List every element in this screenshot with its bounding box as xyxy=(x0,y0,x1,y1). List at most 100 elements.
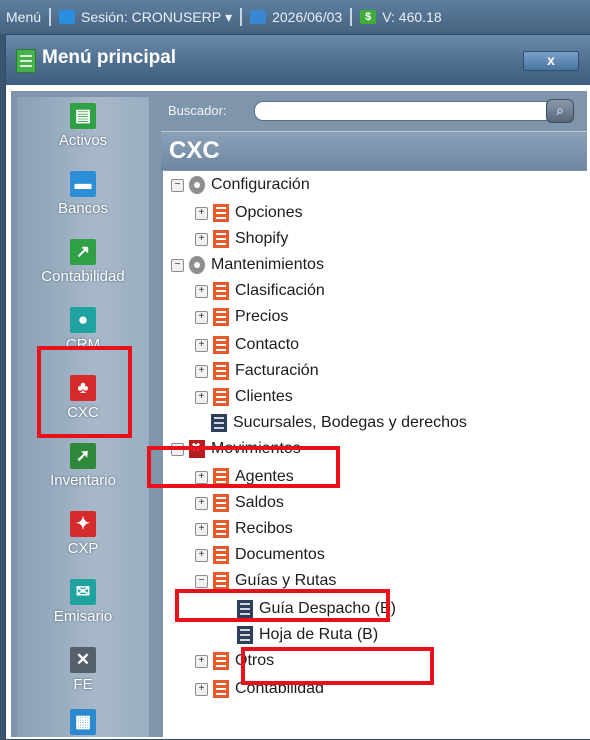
tree-node-sucursales[interactable]: Sucursales, Bodegas y derechos xyxy=(211,411,467,435)
menu-tree: − Configuración + Opciones + Shopify − Mante… xyxy=(163,171,587,737)
envelope-icon: ✉ xyxy=(70,579,96,605)
window-title: Menú principal xyxy=(42,47,177,68)
tree-node-label: Guía Despacho (B) xyxy=(259,600,396,617)
expand-icon[interactable]: + xyxy=(195,654,208,668)
tree-node-label: Configuración xyxy=(211,176,310,193)
expand-icon[interactable]: + xyxy=(195,338,208,352)
tree-node-hoja-ruta[interactable]: Hoja de Ruta (B) xyxy=(237,623,378,647)
tree-node-movimientos[interactable]: − Movimientos xyxy=(171,437,301,461)
tree-node-clientes[interactable]: + Clientes xyxy=(195,385,293,409)
tree-node-opciones[interactable]: + Opciones xyxy=(195,201,303,225)
tree-node-guias-rutas[interactable]: − Guías y Rutas xyxy=(195,569,336,593)
module-crm[interactable]: ● CRM xyxy=(17,307,149,353)
briefcase-icon: ▬ xyxy=(70,171,96,197)
tree-node-label: Clasificación xyxy=(235,282,325,299)
list-icon xyxy=(213,572,229,590)
tree-node-contabilidad[interactable]: + Contabilidad xyxy=(195,677,324,701)
version-indicator: $ V: 460.18 xyxy=(354,9,447,25)
module-fe[interactable]: ✕ FE xyxy=(17,647,149,693)
expand-icon[interactable]: + xyxy=(195,364,208,378)
section-title: CXC xyxy=(169,137,220,164)
collapse-icon[interactable]: − xyxy=(195,574,208,588)
tree-node-saldos[interactable]: + Saldos xyxy=(195,491,284,515)
tree-node-label: Otros xyxy=(235,652,275,669)
search-label: Buscador: xyxy=(168,103,227,118)
tree-node-label: Movimientos xyxy=(211,440,301,457)
module-contabilidad[interactable]: ↗ Contabilidad xyxy=(17,239,149,285)
expand-icon[interactable]: + xyxy=(195,206,208,220)
module-label: Activos xyxy=(58,132,108,149)
tree-node-otros[interactable]: + Otros xyxy=(195,649,274,673)
version-text: V: 460.18 xyxy=(382,9,442,25)
search-button[interactable]: ⌕ xyxy=(546,99,574,123)
tree-node-contacto[interactable]: + Contacto xyxy=(195,333,299,357)
list-icon xyxy=(213,308,229,326)
search-icon: ⌕ xyxy=(556,102,564,118)
tree-node-configuracion[interactable]: − Configuración xyxy=(171,173,310,197)
list-icon xyxy=(213,388,229,406)
menu-label[interactable]: Menú xyxy=(0,9,47,25)
tree-node-label: Clientes xyxy=(235,388,293,405)
expand-icon[interactable]: + xyxy=(195,232,208,246)
tree-node-documentos[interactable]: + Documentos xyxy=(195,543,325,567)
module-cxc[interactable]: ♣ CXC xyxy=(17,375,149,421)
expand-icon[interactable]: + xyxy=(195,682,208,696)
session-indicator[interactable]: Sesión: CRONUSERP ▾ xyxy=(53,9,238,26)
expand-icon[interactable]: + xyxy=(195,522,208,536)
tree-node-guia-despacho[interactable]: Guía Despacho (B) xyxy=(237,597,396,621)
tree-node-clasificacion[interactable]: + Clasificación xyxy=(195,279,325,303)
user-icon xyxy=(59,10,76,24)
expand-icon[interactable]: + xyxy=(195,548,208,562)
collapse-icon[interactable]: − xyxy=(171,258,184,272)
list-icon xyxy=(213,520,229,538)
divider xyxy=(49,8,52,26)
module-cxp[interactable]: ✦ CXP xyxy=(17,511,149,557)
tree-node-recibos[interactable]: + Recibos xyxy=(195,517,293,541)
tree-node-label: Shopify xyxy=(235,230,289,247)
main-menu-window: Menú principal x ▤ Activos ▬ Bancos ↗ Co… xyxy=(5,34,590,740)
session-text: Sesión: CRONUSERP xyxy=(81,9,222,25)
close-button[interactable]: x xyxy=(523,51,579,71)
expand-icon[interactable]: + xyxy=(195,310,208,324)
tree-node-precios[interactable]: + Precios xyxy=(195,305,288,329)
module-inventario[interactable]: ➚ Inventario xyxy=(17,443,149,489)
list-icon xyxy=(213,468,229,486)
list-icon xyxy=(213,282,229,300)
module-label: Bancos xyxy=(57,200,109,217)
expand-icon[interactable]: + xyxy=(195,284,208,298)
tree-node-mantenimientos[interactable]: − Mantenimientos xyxy=(171,253,324,277)
calendar-icon xyxy=(250,10,267,24)
window-titlebar[interactable]: Menú principal x xyxy=(6,35,590,85)
module-emisario[interactable]: ✉ Emisario xyxy=(17,579,149,625)
tree-node-agentes[interactable]: + Agentes xyxy=(195,465,294,489)
list-icon xyxy=(213,230,229,248)
module-label: CRM xyxy=(65,336,101,353)
module-sidebar: ▤ Activos ▬ Bancos ↗ Contabilidad ● CRM … xyxy=(17,97,149,737)
module-next[interactable]: ▦ xyxy=(17,709,149,735)
inventory-icon: ➚ xyxy=(70,443,96,469)
expand-icon[interactable]: + xyxy=(195,496,208,510)
list-icon xyxy=(213,546,229,564)
movements-icon xyxy=(189,440,205,458)
module-label: CXC xyxy=(67,404,99,421)
module-label: CXP xyxy=(67,540,99,557)
section-header: CXC xyxy=(161,131,587,170)
document-icon: ▦ xyxy=(70,709,96,735)
tree-node-label: Sucursales, Bodegas y derechos xyxy=(233,414,467,431)
module-content: Buscador: ⌕ CXC − Configuración + Opciones… xyxy=(161,97,587,737)
expand-icon[interactable]: + xyxy=(195,470,208,484)
expand-icon[interactable]: + xyxy=(195,390,208,404)
tree-node-label: Facturación xyxy=(235,362,319,379)
tree-node-label: Contabilidad xyxy=(235,680,324,697)
divider xyxy=(350,8,353,26)
tree-node-facturacion[interactable]: + Facturación xyxy=(195,359,319,383)
collapse-icon[interactable]: − xyxy=(171,178,184,192)
tree-node-label: Hoja de Ruta (B) xyxy=(259,626,379,643)
collapse-icon[interactable]: − xyxy=(171,442,184,456)
search-input[interactable] xyxy=(254,101,554,121)
module-activos[interactable]: ▤ Activos xyxy=(17,103,149,149)
receivable-icon: ♣ xyxy=(70,375,96,401)
module-bancos[interactable]: ▬ Bancos xyxy=(17,171,149,217)
tree-node-shopify[interactable]: + Shopify xyxy=(195,227,288,251)
globe-icon: ● xyxy=(70,307,96,333)
